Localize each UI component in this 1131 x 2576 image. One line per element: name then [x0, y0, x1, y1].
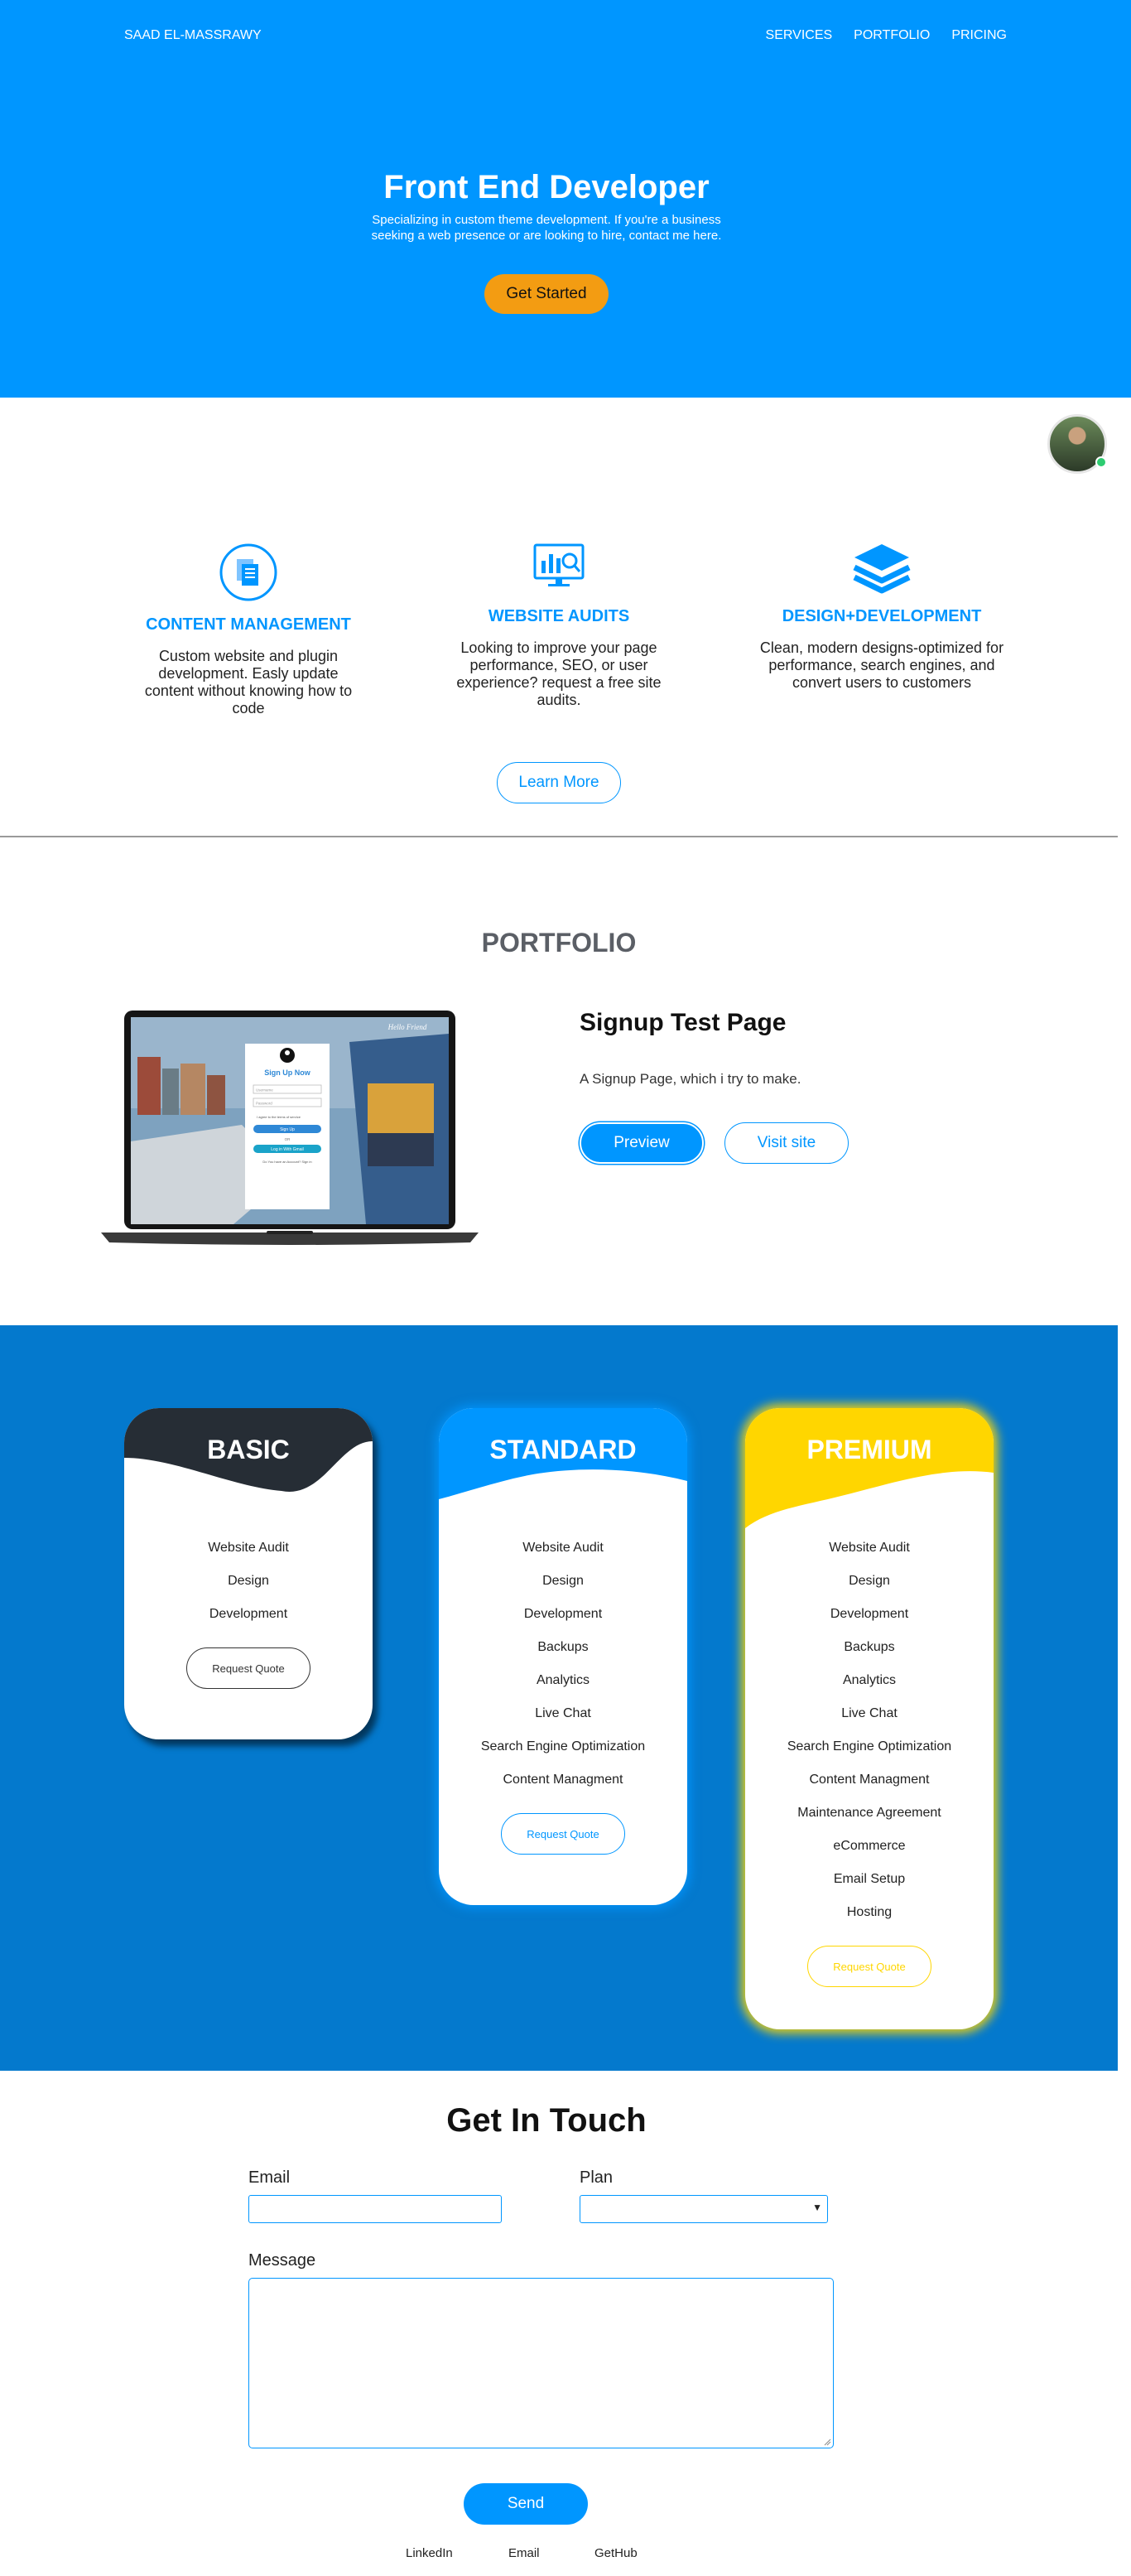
plan-feature: Website Audit	[829, 1541, 910, 1555]
project-title: Signup Test Page	[580, 1009, 787, 1036]
plan-feature: Analytics	[536, 1673, 590, 1687]
resize-handle-icon[interactable]	[823, 2438, 831, 2446]
message-textarea[interactable]	[248, 2278, 834, 2448]
plan-label: Plan	[580, 2168, 614, 2187]
top-nav: SERVICES PORTFOLIO PRICING	[766, 28, 1007, 43]
section-divider	[0, 836, 1118, 837]
service-title: WEBSITE AUDITS	[488, 607, 630, 625]
plan-feature: Development	[523, 1607, 603, 1621]
footer-linkedin-link[interactable]: LinkedIn	[406, 2546, 453, 2560]
service-description: Custom website and plugin development. E…	[144, 648, 353, 716]
preview-button[interactable]: Preview	[580, 1122, 704, 1164]
nav-pricing[interactable]: PRICING	[951, 28, 1007, 43]
service-website-audits: WEBSITE AUDITS Looking to improve your p…	[447, 543, 671, 709]
footer-email-link[interactable]: Email	[508, 2546, 540, 2560]
plan-name: PREMIUM	[806, 1435, 932, 1464]
card-header-shape	[745, 1408, 994, 1528]
plan-feature: Hosting	[846, 1905, 893, 1919]
pricing-card-premium: PREMIUM Website Audit Design Development…	[745, 1408, 994, 2029]
request-quote-button[interactable]: Request Quote	[501, 1813, 625, 1855]
service-description: Clean, modern designs-optimized for perf…	[759, 639, 1004, 691]
mock-side-caption: Hello Friend	[387, 1023, 427, 1031]
online-status-dot	[1095, 456, 1107, 468]
request-quote-button[interactable]: Request Quote	[807, 1946, 931, 1987]
plan-feature: Analytics	[842, 1673, 897, 1687]
mock-password-field: Password	[256, 1102, 272, 1106]
service-description: Looking to improve your page performance…	[456, 639, 662, 708]
mock-gmail-button: Log in With Gmail	[271, 1147, 303, 1152]
mock-username-field: Username	[256, 1088, 273, 1093]
visit-site-button[interactable]: Visit site	[724, 1122, 849, 1164]
plan-feature: Development	[830, 1607, 909, 1621]
plan-feature: Design	[849, 1574, 890, 1588]
mock-form-title: Sign Up Now	[264, 1069, 310, 1077]
learn-more-button[interactable]: Learn More	[497, 762, 621, 803]
nav-portfolio[interactable]: PORTFOLIO	[854, 28, 930, 43]
plan-feature: Design	[228, 1574, 269, 1588]
mock-terms-text: I agree to the terms of service	[257, 1115, 301, 1119]
documents-icon	[219, 543, 277, 601]
plan-name: STANDARD	[489, 1435, 637, 1464]
plan-feature: Live Chat	[841, 1706, 898, 1720]
service-content-management: CONTENT MANAGEMENT Custom website and pl…	[132, 543, 364, 717]
chevron-down-icon: ▼	[812, 2202, 822, 2213]
plan-feature: eCommerce	[833, 1839, 906, 1853]
send-button[interactable]: Send	[464, 2483, 588, 2525]
service-title: DESIGN+DEVELOPMENT	[782, 607, 982, 625]
laptop-mockup-image: Sign Up Now Username Password I agree to…	[101, 1011, 479, 1245]
request-quote-button[interactable]: Request Quote	[186, 1647, 310, 1689]
plan-feature: Website Audit	[522, 1541, 604, 1555]
plan-feature: Maintenance Agreement	[797, 1806, 941, 1820]
plan-feature: Content Managment	[503, 1773, 623, 1787]
plan-feature: Email Setup	[833, 1872, 906, 1886]
mock-footer-text: Do You have an Account? Sign in	[262, 1160, 311, 1164]
card-header-shape	[439, 1408, 687, 1499]
email-field[interactable]	[248, 2195, 502, 2223]
hero-title: Front End Developer	[383, 169, 710, 205]
plan-feature: Design	[542, 1574, 584, 1588]
layers-icon	[853, 544, 911, 594]
plan-feature: Backups	[537, 1640, 589, 1654]
plan-feature: Content Managment	[809, 1773, 930, 1787]
hero-wave	[0, 315, 1131, 394]
portfolio-heading: PORTFOLIO	[481, 928, 637, 958]
pricing-card-standard: STANDARD Website Audit Design Developmen…	[439, 1408, 687, 1905]
plan-select[interactable]: ▼	[580, 2195, 828, 2223]
brand-logo[interactable]: SAAD EL-MASSRAWY	[124, 28, 262, 43]
service-title: CONTENT MANAGEMENT	[146, 615, 351, 634]
email-label: Email	[248, 2168, 291, 2187]
mock-or-text: OR	[285, 1137, 291, 1141]
plan-feature: Search Engine Optimization	[480, 1739, 646, 1754]
nav-services[interactable]: SERVICES	[766, 28, 833, 43]
plan-feature: Search Engine Optimization	[787, 1739, 952, 1754]
service-design-development: DESIGN+DEVELOPMENT Clean, modern designs…	[758, 534, 1006, 692]
plan-feature: Website Audit	[208, 1541, 289, 1555]
plan-feature: Live Chat	[535, 1706, 591, 1720]
contact-title: Get In Touch	[446, 2102, 647, 2139]
plan-name: BASIC	[207, 1435, 290, 1464]
get-started-button[interactable]: Get Started	[484, 274, 609, 314]
pricing-card-basic: BASIC Website Audit Design Development R…	[124, 1408, 373, 1739]
hero-subtitle: Specializing in custom theme development…	[371, 213, 722, 243]
message-label: Message	[248, 2251, 316, 2270]
footer-github-link[interactable]: GetHub	[594, 2546, 638, 2560]
card-header-shape	[124, 1408, 373, 1492]
project-description: A Signup Page, which i try to make.	[580, 1071, 801, 1087]
analytics-monitor-icon	[533, 543, 585, 586]
plan-feature: Development	[209, 1607, 288, 1621]
mock-signup-button: Sign Up	[280, 1127, 295, 1132]
plan-feature: Backups	[844, 1640, 895, 1654]
